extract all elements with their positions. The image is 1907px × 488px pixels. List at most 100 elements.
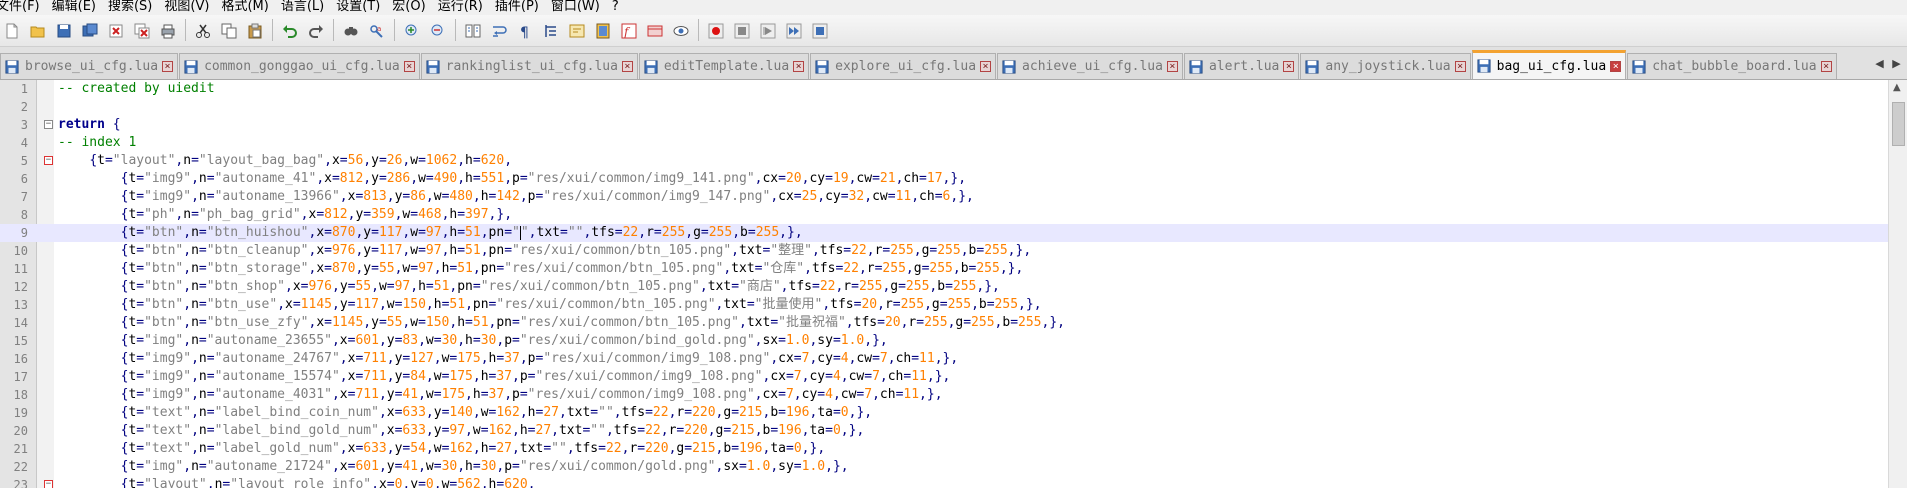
find-button[interactable] bbox=[339, 19, 362, 42]
run-macro-multiple-button[interactable] bbox=[782, 19, 805, 42]
code-line[interactable]: 23 − {t="layout",n="layout_role_info",x=0… bbox=[0, 476, 1888, 488]
play-macro-button[interactable] bbox=[756, 19, 779, 42]
menu-item[interactable]: 搜索(S) bbox=[108, 0, 152, 13]
menu-item[interactable]: 插件(P) bbox=[495, 0, 539, 13]
code-line[interactable]: 12 {t="btn",n="btn_shop",x=976,y=55,w=97… bbox=[0, 278, 1888, 296]
fold-toggle-icon[interactable]: − bbox=[44, 480, 53, 488]
sync-scroll-button[interactable] bbox=[461, 19, 484, 42]
tab-label: achieve_ui_cfg.lua bbox=[1022, 59, 1163, 74]
redo-button[interactable] bbox=[304, 19, 327, 42]
menu-item[interactable]: 编辑(E) bbox=[52, 0, 96, 13]
tab-rankinglist-ui-cfg-lua[interactable]: rankinglist_ui_cfg.lua × bbox=[420, 53, 638, 79]
print-button[interactable] bbox=[156, 19, 179, 42]
save-all-button[interactable] bbox=[78, 19, 101, 42]
user-lang-button[interactable] bbox=[565, 19, 588, 42]
code-line[interactable]: 5 − {t="layout",n="layout_bag_bag",x=56,y… bbox=[0, 152, 1888, 170]
scroll-up-icon[interactable]: ▲ bbox=[1893, 82, 1901, 93]
close-icon bbox=[109, 24, 122, 37]
code-line[interactable]: 9 {t="btn",n="btn_huishou",x=870,y=117,w… bbox=[0, 224, 1888, 242]
code-line[interactable]: 10 {t="btn",n="btn_cleanup",x=976,y=117,… bbox=[0, 242, 1888, 260]
menu-item[interactable]: 格式(M) bbox=[221, 0, 268, 13]
tab-close-icon[interactable]: × bbox=[1283, 61, 1295, 72]
code-line[interactable]: 20 {t="text",n="label_bind_gold_num",x=6… bbox=[0, 422, 1888, 440]
code-line[interactable]: 16 {t="img9",n="autoname_24767",x=711,y=… bbox=[0, 350, 1888, 368]
tab-scroll-left-icon[interactable]: ◀ bbox=[1871, 55, 1888, 72]
tab-edittemplate-lua[interactable]: editTemplate.lua × bbox=[638, 53, 810, 79]
code-line[interactable]: 17 {t="img9",n="autoname_15574",x=711,y=… bbox=[0, 368, 1888, 386]
tab-close-icon[interactable]: × bbox=[793, 61, 805, 72]
record-macro-button[interactable] bbox=[704, 19, 727, 42]
scrollbar-thumb[interactable] bbox=[1892, 102, 1905, 146]
code-line[interactable]: 21 {t="text",n="label_gold_num",x=633,y=… bbox=[0, 440, 1888, 458]
tab-common-gonggao-ui-cfg-lua[interactable]: common_gonggao_ui_cfg.lua × bbox=[179, 53, 420, 79]
code-line[interactable]: 22 {t="img",n="autoname_21724",x=601,y=4… bbox=[0, 458, 1888, 476]
tab-achieve-ui-cfg-lua[interactable]: achieve_ui_cfg.lua × bbox=[997, 53, 1183, 79]
code-editor[interactable]: 1 -- created by uiedit 2 3− return {4 -- inde… bbox=[0, 80, 1888, 488]
save-macro-button[interactable] bbox=[808, 19, 831, 42]
code-line[interactable]: 13 {t="btn",n="btn_use",x=1145,y=117,w=1… bbox=[0, 296, 1888, 314]
tab-close-icon[interactable]: × bbox=[403, 61, 415, 72]
tab-close-icon[interactable]: × bbox=[980, 61, 992, 72]
code-line[interactable]: 8 {t="ph",n="ph_bag_grid",x=812,y=359,w=… bbox=[0, 206, 1888, 224]
replace-button[interactable]: a bbox=[365, 19, 388, 42]
show-all-chars-button[interactable]: ¶ bbox=[513, 19, 536, 42]
indent-guide-button[interactable] bbox=[539, 19, 562, 42]
menu-item[interactable]: 语言(L) bbox=[281, 0, 324, 13]
menu-item[interactable]: 窗口(W) bbox=[551, 0, 600, 13]
menu-item[interactable]: ? bbox=[612, 0, 619, 13]
undo-button[interactable] bbox=[278, 19, 301, 42]
tab-bag-ui-cfg-lua[interactable]: bag_ui_cfg.lua × bbox=[1471, 50, 1627, 79]
line-number: 13 bbox=[13, 298, 28, 312]
stop-record-button[interactable] bbox=[730, 19, 753, 42]
tab-chat-bubble-board-lua[interactable]: chat_bubble_board.lua × bbox=[1627, 53, 1837, 79]
monitor-button[interactable] bbox=[669, 19, 692, 42]
code-line[interactable]: 11 {t="btn",n="btn_storage",x=870,y=55,w… bbox=[0, 260, 1888, 278]
tab-any-joystick-lua[interactable]: any_joystick.lua × bbox=[1300, 53, 1471, 79]
word-wrap-button[interactable] bbox=[487, 19, 510, 42]
tab-close-icon[interactable]: × bbox=[1454, 61, 1466, 72]
paste-button[interactable] bbox=[243, 19, 266, 42]
tab-close-icon[interactable]: × bbox=[1820, 61, 1832, 72]
tab-browse-ui-cfg-lua[interactable]: browse_ui_cfg.lua × bbox=[0, 53, 179, 79]
tab-scroll-right-icon[interactable]: ▶ bbox=[1888, 55, 1905, 72]
save-state-icon bbox=[426, 59, 440, 74]
save-button[interactable] bbox=[52, 19, 75, 42]
code-line[interactable]: 1 -- created by uiedit bbox=[0, 80, 1888, 98]
menu-item[interactable]: 设置(T) bbox=[336, 0, 380, 13]
folder-workspace-button[interactable] bbox=[643, 19, 666, 42]
tab-close-icon[interactable]: × bbox=[1610, 60, 1622, 72]
fold-toggle-icon[interactable]: − bbox=[44, 120, 53, 129]
fold-toggle-icon[interactable]: − bbox=[44, 156, 53, 165]
menu-item[interactable]: 运行(R) bbox=[438, 0, 483, 13]
code-line[interactable]: 15 {t="img",n="autoname_23655",x=601,y=8… bbox=[0, 332, 1888, 350]
code-line[interactable]: 2 bbox=[0, 98, 1888, 116]
tab-close-icon[interactable]: × bbox=[162, 61, 174, 72]
zoom-in-button[interactable] bbox=[400, 19, 423, 42]
new-file-button[interactable] bbox=[0, 19, 23, 42]
tab-close-icon[interactable]: × bbox=[621, 61, 633, 72]
copy-button[interactable] bbox=[217, 19, 240, 42]
menu-bar: 文件(F) 编辑(E) 搜索(S) 视图(V) 格式(M) 语言(L) 设置(T) 宏(O) 运… bbox=[0, 0, 1907, 15]
close-button[interactable] bbox=[104, 19, 127, 42]
menu-item[interactable]: 视图(V) bbox=[164, 0, 209, 13]
code-line[interactable]: 6 {t="img9",n="autoname_41",x=812,y=286,… bbox=[0, 170, 1888, 188]
code-line[interactable]: 4 -- index 1 bbox=[0, 134, 1888, 152]
tab-close-icon[interactable]: × bbox=[1166, 61, 1178, 72]
code-line[interactable]: 14 {t="btn",n="btn_use_zfy",x=1145,y=55,… bbox=[0, 314, 1888, 332]
cut-button[interactable] bbox=[191, 19, 214, 42]
vertical-scrollbar[interactable]: ▲ bbox=[1888, 80, 1907, 488]
tab-explore-ui-cfg-lua[interactable]: explore_ui_cfg.lua × bbox=[810, 53, 997, 79]
open-file-button[interactable] bbox=[26, 19, 49, 42]
code-line[interactable]: 3 − return { bbox=[0, 116, 1888, 134]
menu-item[interactable]: 文件(F) bbox=[0, 0, 40, 13]
function-list-button[interactable]: f bbox=[617, 19, 640, 42]
zoom-out-button[interactable] bbox=[426, 19, 449, 42]
tab-alert-lua[interactable]: alert.lua × bbox=[1183, 53, 1300, 79]
menu-item[interactable]: 宏(O) bbox=[392, 0, 425, 13]
close-all-button[interactable] bbox=[130, 19, 153, 42]
code-line[interactable]: 7 {t="img9",n="autoname_13966",x=813,y=8… bbox=[0, 188, 1888, 206]
code-line[interactable]: 19 {t="text",n="label_bind_coin_num",x=6… bbox=[0, 404, 1888, 422]
monitor-icon bbox=[673, 25, 688, 36]
doc-map-button[interactable] bbox=[591, 19, 614, 42]
code-line[interactable]: 18 {t="img9",n="autoname_4031",x=711,y=4… bbox=[0, 386, 1888, 404]
